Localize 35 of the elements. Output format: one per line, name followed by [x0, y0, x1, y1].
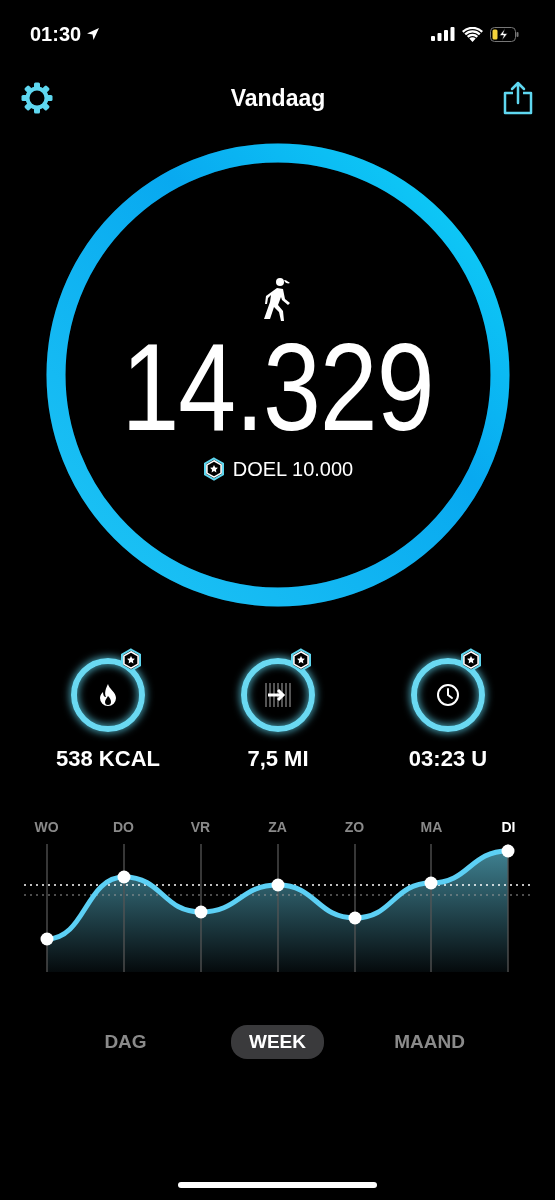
- stat-value: 7,5 MI: [247, 746, 309, 772]
- share-icon: [502, 81, 534, 115]
- data-point: [194, 905, 208, 919]
- share-button[interactable]: [502, 81, 534, 115]
- wifi-icon: [462, 26, 483, 42]
- day-label[interactable]: ZA: [239, 819, 316, 835]
- period-tab[interactable]: DAG: [86, 1025, 165, 1059]
- day-label[interactable]: MA: [393, 819, 470, 835]
- data-point: [271, 878, 285, 892]
- stat-value: 538 KCAL: [56, 746, 160, 772]
- step-goal: DOEL 10.000: [232, 457, 354, 481]
- location-arrow-icon: [86, 27, 101, 41]
- step-count: 14.329: [121, 324, 434, 450]
- flame-icon: [99, 684, 117, 706]
- data-point: [424, 876, 438, 890]
- data-point: [348, 911, 362, 925]
- period-tab[interactable]: MAAND: [376, 1025, 483, 1059]
- day-label[interactable]: WO: [8, 819, 85, 835]
- screen-title: Vandaag: [230, 84, 326, 112]
- clock-time: 01:30: [30, 22, 82, 46]
- stat-value: 03:23 U: [408, 746, 488, 772]
- clock-icon: [436, 683, 460, 707]
- data-point: [40, 932, 54, 946]
- distance-arrow-icon: [265, 683, 291, 707]
- day-label[interactable]: VR: [162, 819, 239, 835]
- settings-button[interactable]: [20, 81, 54, 115]
- battery-charging-icon: [490, 26, 519, 42]
- data-point: [501, 844, 515, 858]
- settings-icon: [20, 81, 54, 115]
- day-label[interactable]: DI: [470, 819, 547, 835]
- data-point: [117, 870, 131, 884]
- day-label[interactable]: ZO: [316, 819, 393, 835]
- period-tab[interactable]: WEEK: [231, 1025, 324, 1059]
- day-label[interactable]: DO: [85, 819, 162, 835]
- signal-icon: [431, 27, 455, 41]
